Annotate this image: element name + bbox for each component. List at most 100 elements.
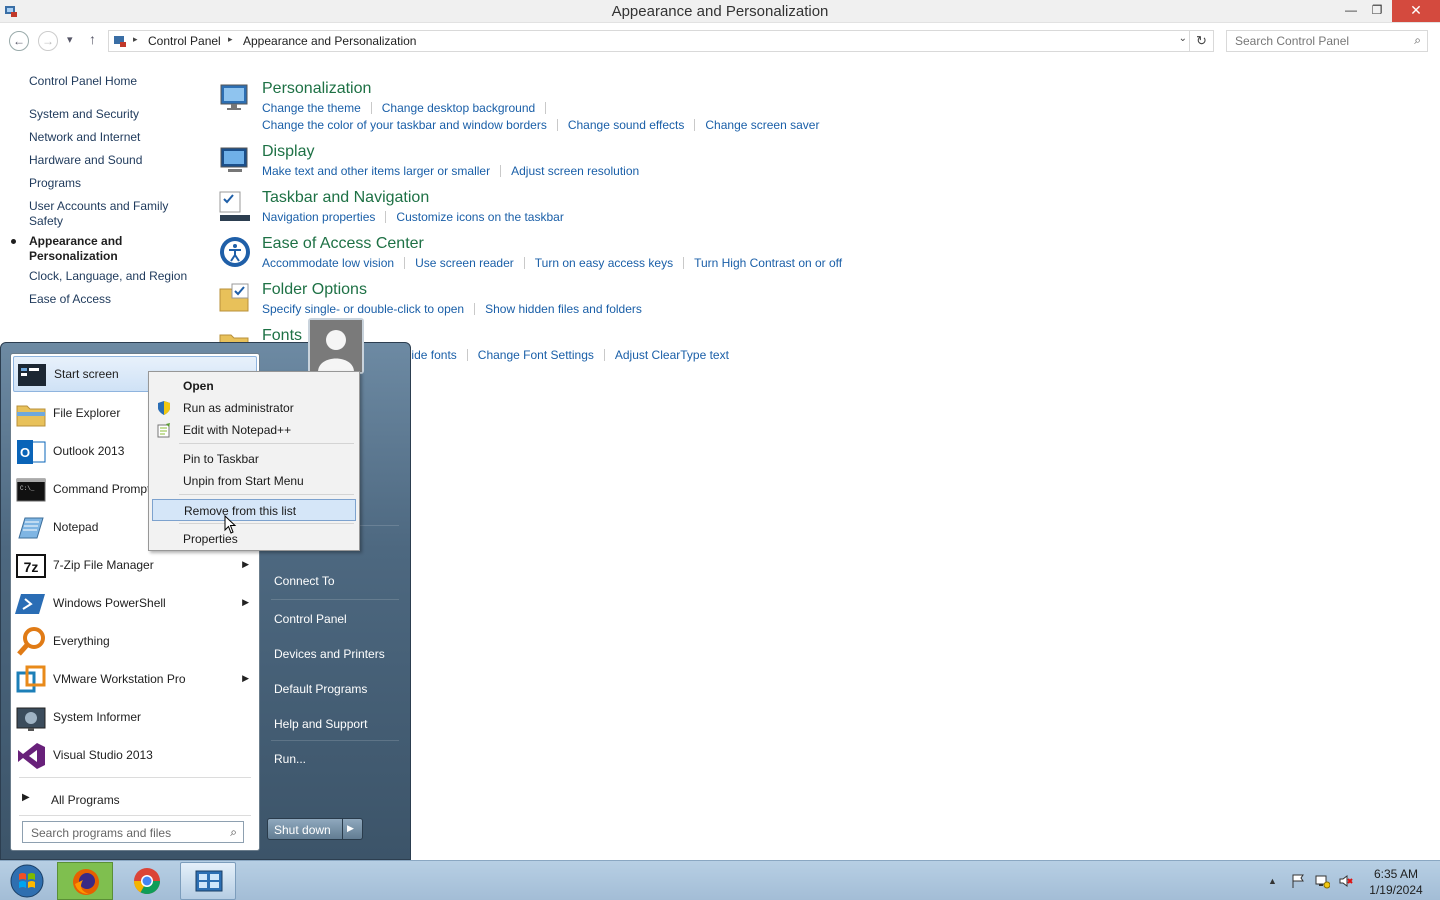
- link-accommodate-low-vision[interactable]: Accommodate low vision: [262, 256, 394, 270]
- nav-user-accounts[interactable]: User Accounts and Family Safety: [29, 199, 179, 229]
- forward-arrow-icon: →: [42, 34, 54, 48]
- start-right-run[interactable]: Run...: [274, 752, 306, 766]
- ctx-label: Unpin from Start Menu: [183, 474, 304, 488]
- start-right-devices-printers[interactable]: Devices and Printers: [274, 647, 385, 661]
- folder-options-title[interactable]: Folder Options: [262, 281, 367, 299]
- nav-control-panel-home[interactable]: Control Panel Home: [29, 74, 199, 89]
- nav-clock-language-region[interactable]: Clock, Language, and Region: [29, 269, 199, 284]
- ctx-pin-taskbar[interactable]: Pin to Taskbar: [152, 448, 356, 470]
- close-button[interactable]: ✕: [1392, 0, 1440, 22]
- display-title[interactable]: Display: [262, 143, 314, 161]
- link-make-text-larger[interactable]: Make text and other items larger or smal…: [262, 164, 490, 178]
- all-programs-arrow-icon: ▶: [22, 792, 30, 803]
- volume-muted-icon[interactable]: [1338, 873, 1354, 889]
- address-dropdown-icon[interactable]: ⌄: [1179, 33, 1187, 44]
- nav-system-security[interactable]: System and Security: [29, 107, 199, 122]
- submenu-arrow-icon: ▶: [242, 597, 249, 607]
- ctx-label: Edit with Notepad++: [183, 423, 292, 437]
- start-item-everything[interactable]: Everything: [13, 624, 257, 660]
- breadcrumb-separator-icon: ▸: [228, 34, 233, 44]
- network-icon[interactable]: [1314, 873, 1330, 889]
- search-input[interactable]: Search Control Panel ⌕: [1226, 30, 1428, 52]
- start-button[interactable]: [2, 862, 52, 900]
- link-high-contrast[interactable]: Turn High Contrast on or off: [694, 256, 842, 270]
- start-right-connect-to[interactable]: Connect To: [274, 574, 335, 588]
- show-hidden-icons[interactable]: ▲: [1268, 876, 1277, 886]
- refresh-icon: ↻: [1196, 33, 1207, 48]
- link-change-taskbar-color[interactable]: Change the color of your taskbar and win…: [262, 118, 547, 132]
- link-single-double-click[interactable]: Specify single- or double-click to open: [262, 302, 464, 316]
- 7zip-icon: 7z: [16, 554, 46, 578]
- start-search-input[interactable]: Search programs and files ⌕: [22, 821, 244, 843]
- link-navigation-properties[interactable]: Navigation properties: [262, 210, 375, 224]
- taskbar-firefox[interactable]: [57, 862, 113, 900]
- link-change-theme[interactable]: Change the theme: [262, 101, 361, 115]
- breadcrumb-current[interactable]: Appearance and Personalization: [243, 34, 416, 48]
- start-item-system-informer[interactable]: System Informer: [13, 700, 257, 736]
- ctx-separator: [179, 443, 354, 444]
- taskbar-chrome[interactable]: [119, 862, 175, 900]
- all-programs-button[interactable]: ▶ All Programs: [19, 789, 251, 811]
- start-item-label: Notepad: [53, 520, 99, 534]
- nav-appearance-personalization[interactable]: Appearance and Personalization: [11, 234, 149, 264]
- ease-of-access-title[interactable]: Ease of Access Center: [262, 235, 424, 253]
- start-item-label: Everything: [53, 634, 110, 648]
- nav-network-internet[interactable]: Network and Internet: [29, 130, 199, 145]
- user-account-picture[interactable]: [308, 318, 364, 374]
- link-adjust-resolution[interactable]: Adjust screen resolution: [511, 164, 639, 178]
- personalization-icon: [220, 84, 248, 110]
- mouse-cursor-icon: [224, 515, 237, 534]
- link-use-screen-reader[interactable]: Use screen reader: [415, 256, 514, 270]
- link-change-sound-effects[interactable]: Change sound effects: [568, 118, 685, 132]
- folder-options-icon: [219, 283, 249, 312]
- all-programs-label: All Programs: [51, 793, 120, 807]
- link-divider: [523, 257, 525, 269]
- minimize-button[interactable]: —: [1338, 0, 1364, 22]
- start-item-visual-studio[interactable]: Visual Studio 2013: [13, 738, 257, 774]
- personalization-title[interactable]: Personalization: [262, 80, 371, 98]
- link-change-desktop-background[interactable]: Change desktop background: [382, 101, 535, 115]
- shutdown-button[interactable]: Shut down ▶: [267, 818, 363, 840]
- recent-pages-button[interactable]: ▾: [67, 33, 73, 46]
- link-customize-taskbar-icons[interactable]: Customize icons on the taskbar: [396, 210, 563, 224]
- start-right-control-panel[interactable]: Control Panel: [274, 612, 347, 626]
- link-adjust-cleartype[interactable]: Adjust ClearType text: [615, 348, 729, 362]
- ctx-open[interactable]: Open: [152, 375, 356, 397]
- nav-programs[interactable]: Programs: [29, 176, 199, 191]
- refresh-button[interactable]: ↻: [1190, 30, 1214, 52]
- svg-text:O: O: [20, 445, 30, 460]
- nav-ease-of-access[interactable]: Ease of Access: [29, 292, 199, 307]
- ctx-run-as-admin[interactable]: Run as administrator: [152, 397, 356, 419]
- start-item-powershell[interactable]: Windows PowerShell ▶: [13, 586, 257, 622]
- display-icon: [220, 147, 248, 172]
- restore-button[interactable]: ❐: [1364, 0, 1390, 22]
- start-item-label: Outlook 2013: [53, 444, 125, 458]
- address-bar[interactable]: ▸ Control Panel ▸ Appearance and Persona…: [108, 30, 1190, 52]
- start-right-default-programs[interactable]: Default Programs: [274, 682, 367, 696]
- link-change-font-settings[interactable]: Change Font Settings: [478, 348, 594, 362]
- shutdown-options-arrow-icon[interactable]: ▶: [347, 823, 354, 834]
- start-right-help-support[interactable]: Help and Support: [274, 717, 367, 731]
- ctx-unpin-start[interactable]: Unpin from Start Menu: [152, 470, 356, 492]
- up-button[interactable]: ↑: [89, 31, 96, 47]
- breadcrumb-control-panel[interactable]: Control Panel: [148, 34, 221, 48]
- back-button[interactable]: ←: [9, 31, 29, 51]
- nav-hardware-sound[interactable]: Hardware and Sound: [29, 153, 199, 168]
- forward-button[interactable]: →: [38, 31, 58, 51]
- svg-text:7z: 7z: [24, 559, 39, 575]
- search-icon: ⌕: [1414, 33, 1421, 47]
- taskbar-control-panel[interactable]: [180, 862, 236, 900]
- start-item-label: Command Prompt: [53, 482, 151, 496]
- ctx-remove-from-list[interactable]: Remove from this list: [152, 499, 356, 521]
- link-change-screen-saver[interactable]: Change screen saver: [705, 118, 819, 132]
- ctx-properties[interactable]: Properties: [152, 528, 356, 550]
- taskbar-navigation-title[interactable]: Taskbar and Navigation: [262, 189, 429, 207]
- link-divider: [683, 257, 685, 269]
- start-item-vmware[interactable]: VMware Workstation Pro ▶: [13, 662, 257, 698]
- system-clock[interactable]: 6:35 AM 1/19/2024: [1360, 866, 1432, 898]
- start-item-7zip[interactable]: 7z 7-Zip File Manager ▶: [13, 548, 257, 584]
- link-show-hidden-files[interactable]: Show hidden files and folders: [485, 302, 642, 316]
- link-easy-access-keys[interactable]: Turn on easy access keys: [535, 256, 673, 270]
- ctx-edit-notepadpp[interactable]: Edit with Notepad++: [152, 419, 356, 441]
- action-center-flag-icon[interactable]: [1290, 873, 1306, 889]
